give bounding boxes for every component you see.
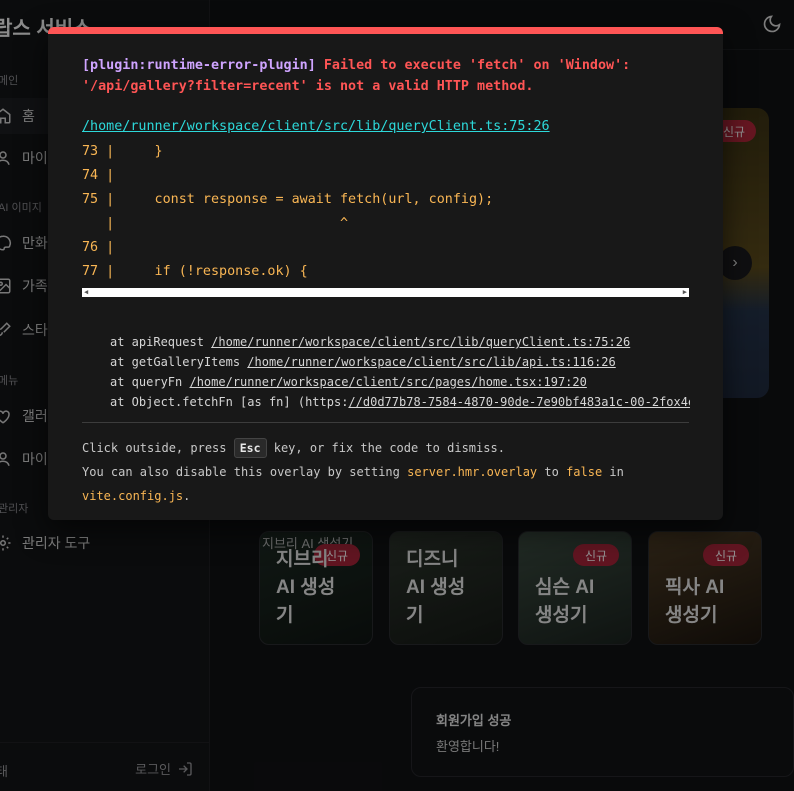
code-line: 76 | [82,240,115,255]
stack-fn: at Object.fetchFn [as fn] (https: [110,395,349,409]
stack-trace: at apiRequest /home/runner/workspace/cli… [110,332,690,412]
esc-key: Esc [233,438,267,458]
code-line: 77 | if (!response.ok) { [82,264,308,279]
stack-location-link[interactable]: /home/runner/workspace/client/src/lib/qu… [211,335,630,349]
code-line: 75 | const response = await fetch(url, c… [82,192,494,207]
scroll-left-icon[interactable]: ◀ [84,288,88,297]
tip-config-file: vite.config.js [82,489,184,503]
overlay-divider [82,422,689,423]
stack-fn: at queryFn [110,375,190,389]
tip-line: vite.config.js. [82,484,697,508]
stack-line: at Object.fetchFn [as fn] (https://d0d77… [110,392,690,412]
code-frame-scrollbar[interactable]: ◀ ▶ [82,288,689,297]
error-file-link[interactable]: /home/runner/workspace/client/src/lib/qu… [82,119,550,134]
stack-location-link[interactable]: //d0d77b78-7584-4870-90de-7e90bf483a1c-0… [348,395,690,409]
tip-text: key, or fix the code to dismiss. [266,441,505,455]
stack-line: at queryFn /home/runner/workspace/client… [110,372,690,392]
tip-setting: server.hmr.overlay [407,465,538,479]
tip-text: in [602,465,624,479]
stack-line: at apiRequest /home/runner/workspace/cli… [110,332,690,352]
code-frame: 73 | } 74 | 75 | const response = await … [82,140,689,286]
tip-text: Click outside, press [82,441,234,455]
tip-text: . [183,489,191,503]
code-line: 73 | } [82,144,163,159]
error-overlay: [plugin:runtime-error-plugin] Failed to … [48,27,723,520]
stack-fn: at apiRequest [110,335,212,349]
code-line: 74 | [82,168,115,183]
stack-line: at getGalleryItems /home/runner/workspac… [110,352,690,372]
tip-line: You can also disable this overlay by set… [82,460,697,484]
stack-location-link[interactable]: /home/runner/workspace/client/src/pages/… [189,375,586,389]
stack-location-link[interactable]: /home/runner/workspace/client/src/lib/ap… [247,355,615,369]
error-message: [plugin:runtime-error-plugin] Failed to … [82,55,697,97]
tip-line: Click outside, press Esc key, or fix the… [82,436,697,460]
dismiss-tip: Click outside, press Esc key, or fix the… [82,436,697,508]
tip-text: to [537,465,567,479]
tip-text: You can also disable this overlay by set… [82,465,408,479]
code-line: | ^ [82,216,349,231]
scroll-right-icon[interactable]: ▶ [683,288,687,297]
tip-value: false [566,465,603,479]
error-plugin: [plugin:runtime-error-plugin] [82,58,316,73]
stack-fn: at getGalleryItems [110,355,248,369]
